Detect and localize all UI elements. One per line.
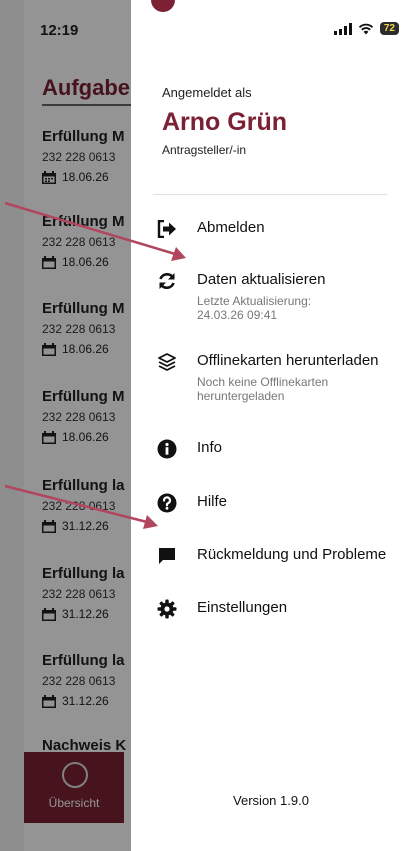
status-bar-icons: 72: [333, 22, 399, 35]
menu-label: Offlinekarten herunterladen: [197, 352, 379, 369]
layers-icon: [157, 352, 177, 372]
help-icon: [157, 493, 177, 513]
menu-item-logout[interactable]: Abmelden: [157, 219, 401, 239]
menu-label: Einstellungen: [197, 599, 288, 616]
signal-icon: [333, 22, 352, 35]
info-icon: [157, 439, 177, 459]
navigation-drawer: 72 Angemeldet als Arno Grün Antragstelle…: [131, 0, 411, 851]
menu-item-feedback[interactable]: Rückmeldung und Probleme: [157, 546, 401, 566]
refresh-icon: [157, 271, 177, 291]
menu-item-refresh[interactable]: Daten aktualisieren Letzte Aktualisierun…: [157, 271, 401, 322]
menu-item-info[interactable]: Info: [157, 439, 401, 459]
menu-label: Abmelden: [197, 219, 265, 236]
gear-icon: [157, 599, 177, 619]
app-version: Version 1.9.0: [233, 793, 309, 808]
menu-label: Daten aktualisieren: [197, 271, 326, 288]
sign-out-icon: [157, 219, 177, 239]
menu-item-settings[interactable]: Einstellungen: [157, 599, 401, 619]
menu-label: Info: [197, 439, 223, 456]
user-role: Antragsteller/-in: [162, 143, 247, 157]
battery-icon: 72: [379, 22, 399, 35]
menu-item-offline-maps[interactable]: Offlinekarten herunterladen Noch keine O…: [157, 352, 401, 403]
wifi-icon: [358, 23, 374, 34]
signed-in-label: Angemeldet als: [162, 85, 252, 100]
drawer-top-logo: [151, 0, 175, 12]
last-update-text: Letzte Aktualisierung: 24.03.26 09:41: [197, 294, 312, 322]
menu-label: Hilfe: [197, 493, 228, 510]
divider: [153, 194, 387, 195]
offline-maps-status: Noch keine Offlinekarten heruntergeladen: [197, 375, 329, 403]
user-name: Arno Grün: [162, 108, 287, 136]
menu-label: Rückmeldung und Probleme: [197, 546, 387, 563]
menu-item-help[interactable]: Hilfe: [157, 493, 401, 513]
feedback-icon: [157, 546, 177, 566]
